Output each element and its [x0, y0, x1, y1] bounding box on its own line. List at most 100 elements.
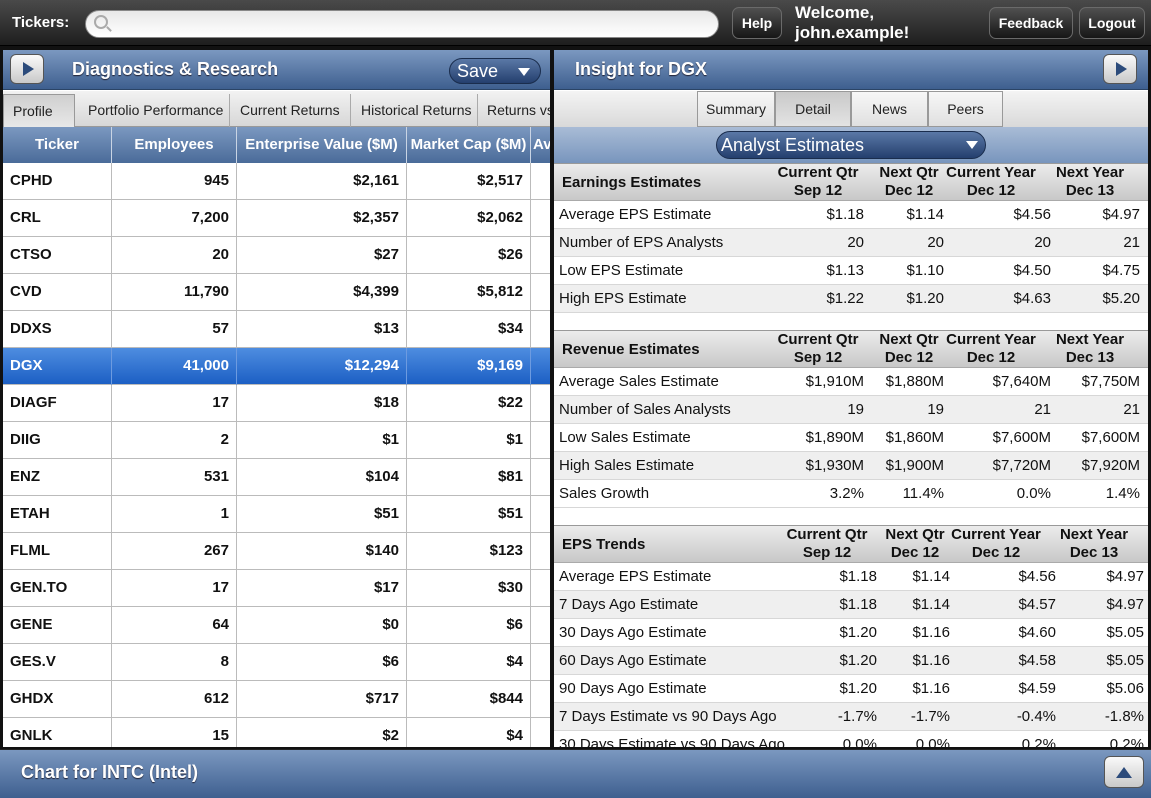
- chart-bar: Chart for INTC (Intel): [0, 749, 1151, 798]
- estimates-content[interactable]: Earnings Estimates Current Qtr Sep 12 Next …: [554, 163, 1148, 747]
- cell-market-cap: $6: [407, 607, 531, 644]
- segment-news[interactable]: News: [851, 91, 928, 127]
- column-header: Current Qtr Sep 12: [772, 164, 864, 200]
- tab-portfolio-performance[interactable]: Portfolio Performance: [79, 94, 230, 127]
- estimate-value: 20: [1034, 234, 1051, 251]
- table-row[interactable]: ETAH 1 $51 $51: [3, 496, 550, 533]
- table-row[interactable]: GNLK 15 $2 $4: [3, 718, 550, 747]
- column-header: Current Qtr Sep 12: [772, 331, 864, 367]
- section-title: Earnings Estimates: [562, 174, 702, 191]
- col-enterprise-value[interactable]: Enterprise Value ($M): [237, 127, 407, 163]
- cell-ticker: ETAH: [3, 496, 112, 533]
- estimate-value: $5.05: [1106, 652, 1144, 669]
- estimate-value: $1,930M: [805, 457, 864, 474]
- column-period: Current Year: [946, 164, 1036, 181]
- tab-profile[interactable]: Profile: [3, 94, 75, 127]
- estimate-label: High EPS Estimate: [559, 290, 687, 307]
- table-row[interactable]: CTSO 20 $27 $26: [3, 237, 550, 274]
- cell-market-cap: $26: [407, 237, 531, 274]
- estimate-value: $4.97: [1102, 206, 1140, 223]
- cell-employees: 15: [112, 718, 237, 747]
- column-period: Current Qtr: [786, 526, 868, 543]
- estimate-label: 7 Days Ago Estimate: [559, 596, 699, 613]
- column-period: Current Year: [946, 331, 1036, 348]
- chart-title: Chart for INTC (Intel): [21, 762, 198, 782]
- cell-enterprise-value: $2,161: [237, 163, 407, 200]
- table-row[interactable]: CPHD 945 $2,161 $2,517: [3, 163, 550, 200]
- feedback-button[interactable]: Feedback: [989, 7, 1073, 39]
- estimate-value: $7,600M: [992, 429, 1051, 446]
- table-row[interactable]: ENZ 531 $104 $81: [3, 459, 550, 496]
- column-header: Next Year Dec 13: [1044, 526, 1144, 562]
- tab-current-returns[interactable]: Current Returns: [231, 94, 351, 127]
- cell-ticker: GNLK: [3, 718, 112, 747]
- estimate-label: Average EPS Estimate: [559, 206, 712, 223]
- logout-button[interactable]: Logout: [1079, 7, 1145, 39]
- cell-market-cap: $5,812: [407, 274, 531, 311]
- tab-historical-returns[interactable]: Historical Returns: [352, 94, 478, 127]
- expand-chart-button[interactable]: [1104, 756, 1144, 788]
- estimate-value: $4.63: [1013, 290, 1051, 307]
- table-row[interactable]: DIIG 2 $1 $1: [3, 422, 550, 459]
- tickers-label: Tickers:: [12, 14, 70, 31]
- left-panel-title: Diagnostics & Research: [72, 59, 279, 79]
- cell-ticker: CPHD: [3, 163, 112, 200]
- cell-employees: 2: [112, 422, 237, 459]
- table-row[interactable]: GEN.TO 17 $17 $30: [3, 570, 550, 607]
- expand-left-button[interactable]: [10, 54, 44, 84]
- table-row[interactable]: GHDX 612 $717 $844: [3, 681, 550, 718]
- save-button[interactable]: Save: [449, 58, 541, 84]
- column-period: Current Qtr: [777, 164, 859, 181]
- segment-peers[interactable]: Peers: [928, 91, 1003, 127]
- col-ticker[interactable]: Ticker: [3, 127, 112, 163]
- cell-employees: 41,000: [112, 348, 237, 385]
- cell-market-cap: $51: [407, 496, 531, 533]
- cell-market-cap: $2,062: [407, 200, 531, 237]
- segment-detail[interactable]: Detail: [775, 91, 851, 127]
- estimate-value: $4.50: [1013, 262, 1051, 279]
- table-row[interactable]: DGX 41,000 $12,294 $9,169: [3, 348, 550, 385]
- table-row[interactable]: FLML 267 $140 $123: [3, 533, 550, 570]
- dropdown-label: Analyst Estimates: [721, 135, 865, 155]
- help-button[interactable]: Help: [732, 7, 782, 39]
- estimate-value: $4.59: [1018, 680, 1056, 697]
- ticker-search-input[interactable]: [114, 14, 704, 34]
- table-row[interactable]: DDXS 57 $13 $34: [3, 311, 550, 348]
- segment-summary[interactable]: Summary: [697, 91, 775, 127]
- tab-returns-vs[interactable]: Returns vs: [478, 94, 550, 127]
- table-row[interactable]: CVD 11,790 $4,399 $5,812: [3, 274, 550, 311]
- analyst-estimates-dropdown[interactable]: Analyst Estimates: [716, 131, 986, 159]
- estimate-label: Number of Sales Analysts: [559, 401, 731, 418]
- cell-ticker: CRL: [3, 200, 112, 237]
- col-market-cap[interactable]: Market Cap ($M): [407, 127, 531, 163]
- column-date: Dec 13: [1065, 349, 1115, 366]
- table-row[interactable]: GENE 64 $0 $6: [3, 607, 550, 644]
- estimate-value: 21: [1034, 401, 1051, 418]
- column-header: Current Qtr Sep 12: [777, 526, 877, 562]
- cell-enterprise-value: $17: [237, 570, 407, 607]
- table-row[interactable]: GES.V 8 $6 $4: [3, 644, 550, 681]
- column-header: Next Year Dec 13: [1040, 164, 1140, 200]
- estimate-label: Low EPS Estimate: [559, 262, 684, 279]
- cell-ticker: GENE: [3, 607, 112, 644]
- estimate-label: 60 Days Ago Estimate: [559, 652, 707, 669]
- estimates-bar: Analyst Estimates: [554, 127, 1148, 163]
- column-date: Dec 12: [971, 544, 1021, 561]
- cell-employees: 7,200: [112, 200, 237, 237]
- col-employees[interactable]: Employees: [112, 127, 237, 163]
- welcome-username: john.example!: [795, 23, 910, 42]
- estimate-value: 21: [1123, 234, 1140, 251]
- table-row[interactable]: CRL 7,200 $2,357 $2,062: [3, 200, 550, 237]
- section-header: Earnings Estimates Current Qtr Sep 12 Next …: [554, 163, 1148, 201]
- ticker-search[interactable]: [85, 10, 719, 38]
- cell-employees: 64: [112, 607, 237, 644]
- column-period: Next Year: [1055, 164, 1125, 181]
- estimate-row: 7 Days Ago Estimate $1.18 $1.14 $4.57 $4.97: [554, 591, 1148, 619]
- col-avg[interactable]: Av: [531, 127, 550, 163]
- cell-employees: 612: [112, 681, 237, 718]
- estimate-value: $5.20: [1102, 290, 1140, 307]
- cell-enterprise-value: $13: [237, 311, 407, 348]
- table-row[interactable]: DIAGF 17 $18 $22: [3, 385, 550, 422]
- expand-right-button[interactable]: [1103, 54, 1137, 84]
- insight-segment-bar: Summary Detail News Peers: [554, 91, 1148, 127]
